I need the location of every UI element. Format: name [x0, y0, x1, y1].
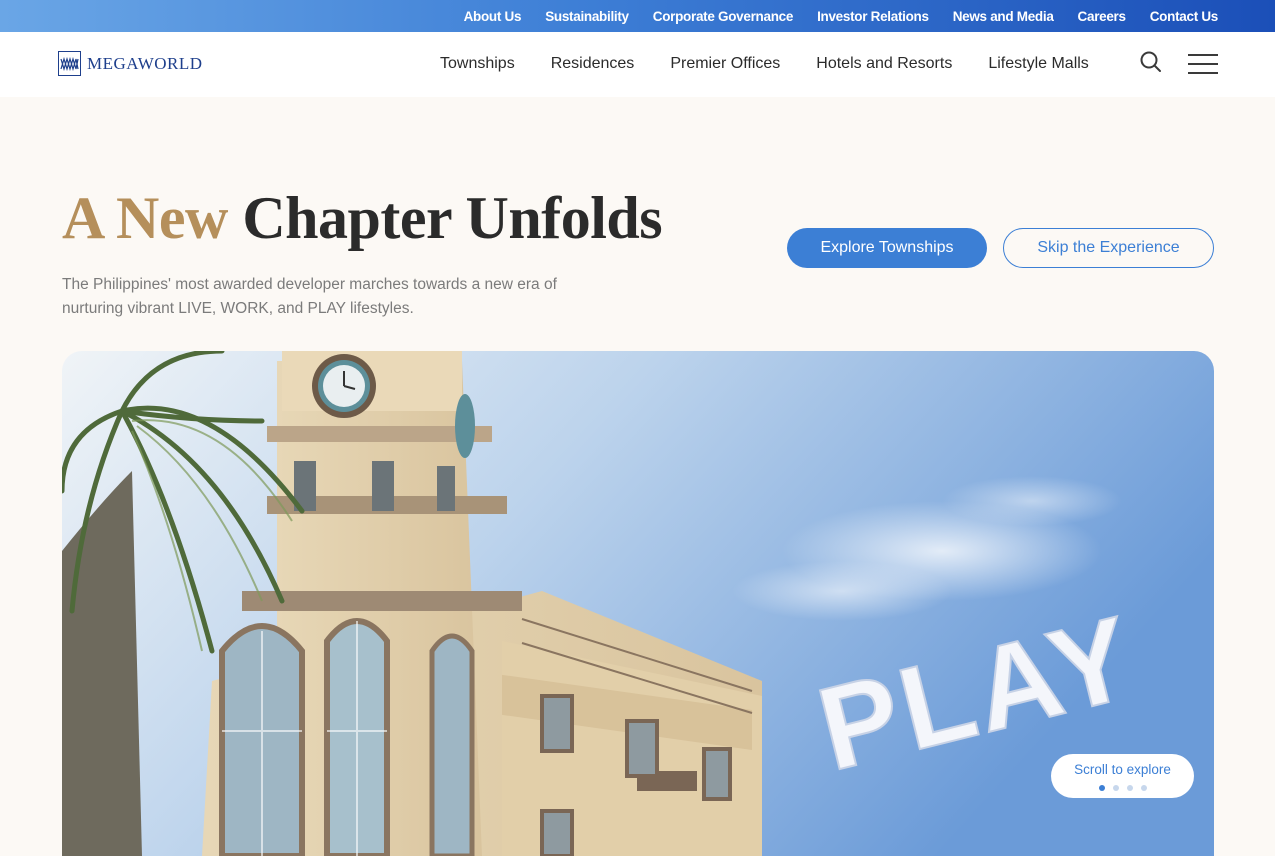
- nav-townships[interactable]: Townships: [440, 55, 515, 73]
- carousel-dots: [1099, 785, 1147, 791]
- carousel-dot[interactable]: [1113, 785, 1119, 791]
- brand-logo[interactable]: MEGAWORLD: [58, 51, 203, 76]
- top-link-sustainability[interactable]: Sustainability: [545, 9, 629, 24]
- top-link-contact-us[interactable]: Contact Us: [1150, 9, 1219, 24]
- megaworld-logo-icon: [58, 51, 81, 76]
- top-link-news-and-media[interactable]: News and Media: [953, 9, 1054, 24]
- explore-townships-button[interactable]: Explore Townships: [787, 228, 987, 268]
- hero-video[interactable]: PLAY: [62, 351, 1214, 856]
- hamburger-menu-icon[interactable]: [1188, 54, 1218, 74]
- carousel-dot[interactable]: [1141, 785, 1147, 791]
- hero-title: A New Chapter Unfolds: [62, 183, 663, 253]
- carousel-dot[interactable]: [1099, 785, 1105, 791]
- nav-premier-offices[interactable]: Premier Offices: [670, 55, 780, 73]
- top-link-about-us[interactable]: About Us: [464, 9, 522, 24]
- nav-hotels-and-resorts[interactable]: Hotels and Resorts: [816, 55, 952, 73]
- top-utility-bar: About Us Sustainability Corporate Govern…: [0, 0, 1275, 32]
- hero-description: The Philippines' most awarded developer …: [62, 276, 557, 317]
- carousel-dot[interactable]: [1127, 785, 1133, 791]
- top-link-investor-relations[interactable]: Investor Relations: [817, 9, 929, 24]
- top-link-careers[interactable]: Careers: [1078, 9, 1127, 24]
- primary-nav-links: Townships Residences Premier Offices Hot…: [440, 55, 1125, 73]
- brand-name: MEGAWORLD: [87, 53, 203, 73]
- skip-experience-button[interactable]: Skip the Experience: [1003, 228, 1214, 268]
- scroll-to-explore-label: Scroll to explore: [1074, 762, 1171, 777]
- main-navigation: MEGAWORLD Townships Residences Premier O…: [0, 32, 1275, 97]
- hero-title-accent: A New: [62, 185, 228, 251]
- nav-residences[interactable]: Residences: [551, 55, 635, 73]
- top-link-corporate-governance[interactable]: Corporate Governance: [653, 9, 794, 24]
- hero-title-rest: Chapter Unfolds: [242, 185, 663, 251]
- nav-lifestyle-malls[interactable]: Lifestyle Malls: [988, 55, 1088, 73]
- search-icon[interactable]: [1140, 51, 1162, 73]
- scroll-to-explore-indicator[interactable]: Scroll to explore: [1051, 754, 1194, 798]
